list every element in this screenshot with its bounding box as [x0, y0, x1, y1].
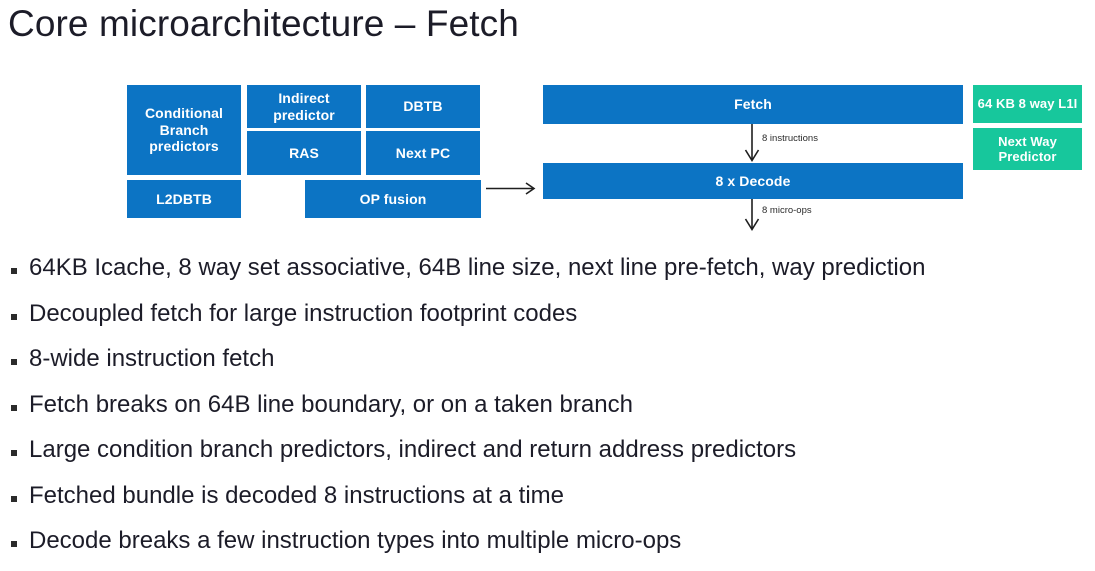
list-item-label: 8-wide instruction fetch — [29, 345, 275, 372]
list-item: Large condition branch predictors, indir… — [0, 434, 1095, 480]
diagram-box-label: L2DBTB — [156, 190, 212, 207]
list-item: Fetch breaks on 64B line boundary, or on… — [0, 389, 1095, 435]
diagram-box-next-way-predictor: Next Way Predictor — [973, 128, 1082, 170]
arrow-fetch-to-decode — [744, 124, 760, 163]
diagram-box-dbtb: DBTB — [366, 85, 480, 128]
diagram-box-label: Indirect predictor — [273, 89, 335, 123]
bullet-square-icon — [11, 359, 17, 365]
diagram-box-label: Fetch — [734, 96, 772, 113]
bullet-square-icon — [11, 268, 17, 274]
list-item-label: Fetch breaks on 64B line boundary, or on… — [29, 390, 633, 418]
list-item: 64KB Icache, 8 way set associative, 64B … — [0, 252, 1095, 298]
diagram-box-label: 64 KB 8 way L1I — [977, 96, 1078, 112]
list-item-label: 64KB Icache, 8 way set associative, 64B … — [29, 254, 926, 281]
arrow-label-instructions: 8 instructions — [762, 133, 818, 144]
diagram-box-label: Conditional Branch predictors — [144, 105, 224, 155]
list-item: 8-wide instruction fetch — [0, 343, 1095, 389]
diagram-box-l2dbtb: L2DBTB — [127, 180, 241, 218]
diagram-box-ras: RAS — [247, 131, 361, 175]
bullet-square-icon — [11, 450, 17, 456]
diagram-box-next-pc: Next PC — [366, 131, 480, 175]
diagram-box-decode: 8 x Decode — [543, 163, 963, 199]
diagram-box-label: Next PC — [395, 144, 451, 161]
diagram-box-label: OP fusion — [359, 190, 427, 207]
list-item-label: Large condition branch predictors, indir… — [29, 436, 797, 463]
bullet-square-icon — [11, 495, 17, 502]
list-item-label: Decoupled fetch for large instruction fo… — [29, 299, 578, 327]
arrow-decode-output — [744, 199, 760, 232]
diagram-box-indirect-predictor: Indirect predictor — [247, 85, 361, 128]
fetch-block-diagram: Conditional Branch predictors L2DBTB Ind… — [0, 0, 1095, 240]
diagram-box-label: RAS — [289, 144, 319, 161]
diagram-box-conditional-branch-predictors: Conditional Branch predictors — [127, 85, 241, 175]
bullet-square-icon — [11, 404, 17, 411]
bullet-square-icon — [11, 541, 17, 547]
diagram-box-label: 8 x Decode — [715, 172, 791, 189]
list-item-label: Decode breaks a few instruction types in… — [29, 527, 682, 554]
diagram-box-label: Next Way Predictor — [998, 133, 1057, 164]
list-item: Decoupled fetch for large instruction fo… — [0, 298, 1095, 344]
list-item: Fetched bundle is decoded 8 instructions… — [0, 480, 1095, 526]
diagram-box-label: DBTB — [403, 98, 443, 115]
arrow-label-micro-ops: 8 micro-ops — [762, 205, 812, 216]
diagram-box-fetch: Fetch — [543, 85, 963, 124]
list-item-label: Fetched bundle is decoded 8 instructions… — [29, 481, 564, 509]
arrow-opfusion-to-decode — [486, 182, 536, 195]
diagram-box-l1i-cache: 64 KB 8 way L1I — [973, 85, 1082, 123]
bullet-list: 64KB Icache, 8 way set associative, 64B … — [0, 252, 1095, 571]
bullet-square-icon — [11, 313, 17, 320]
diagram-box-op-fusion: OP fusion — [305, 180, 481, 218]
